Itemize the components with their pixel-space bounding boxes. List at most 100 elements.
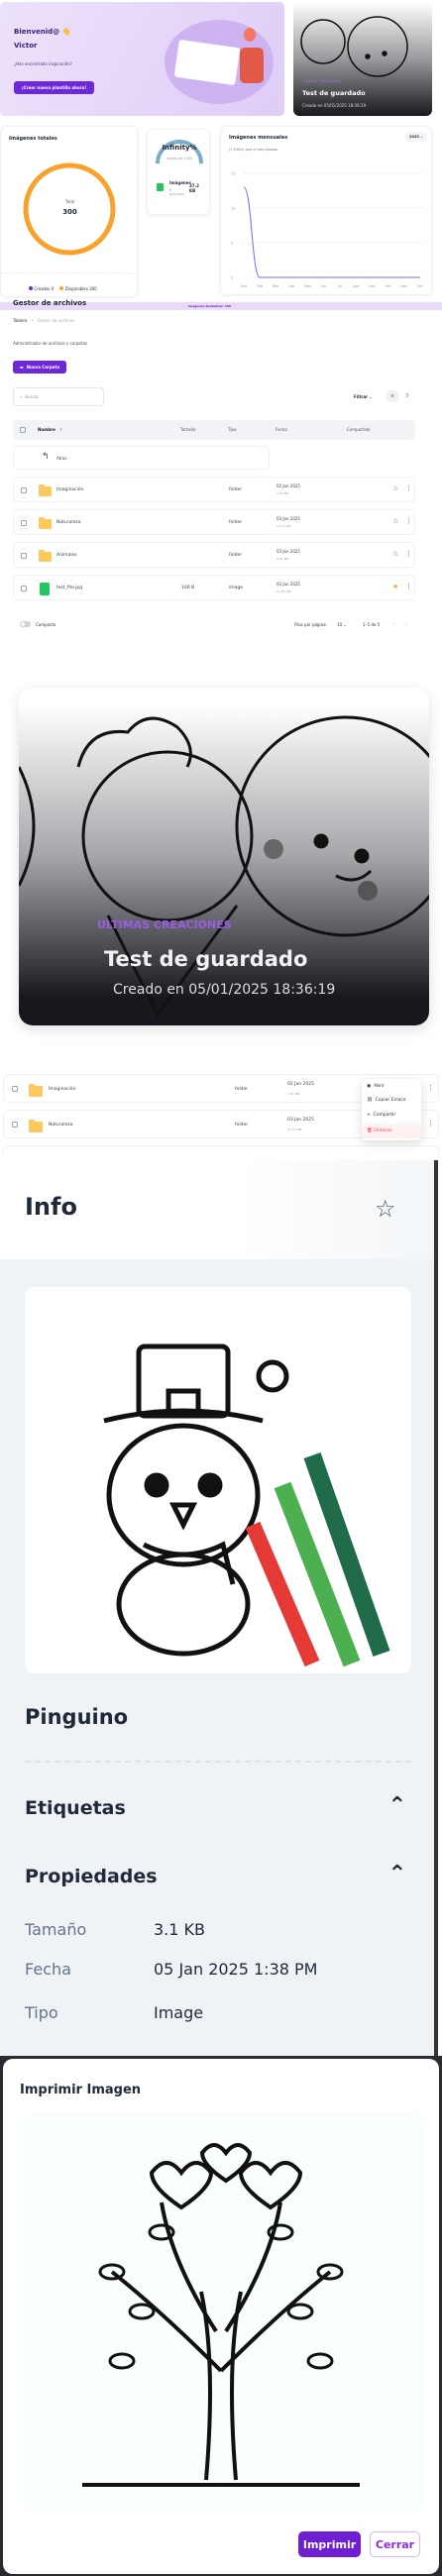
prop-date-value: 05 Jan 2025 1:38 PM <box>154 1960 318 1979</box>
data-point <box>339 276 341 278</box>
more-vert-icon[interactable]: ⋮ <box>405 583 412 590</box>
star-icon[interactable]: ☆ <box>392 517 398 525</box>
filter-button[interactable]: Filtrar ⌄ <box>354 394 373 399</box>
select-all-checkbox[interactable] <box>20 427 26 433</box>
row-checkbox[interactable] <box>21 520 27 526</box>
data-point <box>323 276 325 278</box>
star-icon[interactable]: ☆ <box>392 550 398 558</box>
carousel-dots[interactable] <box>175 715 305 718</box>
properties-section-toggle[interactable]: Propiedades ⌃ <box>25 1862 411 1887</box>
more-vert-icon[interactable]: ⋮ <box>405 484 412 492</box>
menu-open[interactable]: ▣ Abrir <box>367 1084 385 1089</box>
list-view-button[interactable]: ≡ <box>387 390 398 402</box>
breadcrumb: Tablero • Gestor de archivos <box>13 318 75 323</box>
row-checkbox[interactable] <box>21 553 27 559</box>
x-tick-label: Sep <box>369 284 376 288</box>
row-checkbox[interactable] <box>21 487 27 493</box>
file-row[interactable]: Imaginación folder 02 Jan 2025 7:31 PM ☆… <box>13 477 415 502</box>
star-filled-icon[interactable]: ★ <box>392 583 398 590</box>
donut-legend: Creadas 0 Disponibles 300 <box>29 286 97 291</box>
col-name[interactable]: Nombre <box>38 427 55 432</box>
menu-copy-link[interactable]: ⛓ Copiar Enlace <box>367 1098 406 1103</box>
legend-created: Creadas 0 <box>29 286 54 291</box>
col-shared: Compartido <box>347 427 371 432</box>
donut-center-label: Total <box>64 199 75 204</box>
star-icon[interactable]: ☆ <box>392 484 398 492</box>
carousel-eyebrow: ÚLTIMAS CREACIONES <box>97 918 232 931</box>
latest-creation-card[interactable]: ÚLTIMAS CREACIONES Test de guardado Crea… <box>293 2 432 116</box>
more-vert-icon[interactable]: ⋮ <box>427 1084 434 1092</box>
compact-toggle[interactable] <box>20 621 31 627</box>
folder-icon <box>29 1084 43 1097</box>
x-tick-label: Jun <box>320 284 326 288</box>
rows-per-page-select[interactable]: 10 ⌄ <box>337 622 347 627</box>
search-input[interactable]: ⌕ Buscar <box>13 387 104 406</box>
file-type: folder <box>229 520 243 525</box>
file-name[interactable]: test_file.jpg <box>56 586 82 590</box>
print-dialog: Imprimir Imagen Imprimir Cerrar <box>3 2059 439 2574</box>
col-type: Tipo <box>228 427 237 432</box>
menu-delete[interactable]: 🗑 Eliminar <box>362 1125 421 1138</box>
file-row[interactable]: Naturaleza folder 03 Jan 2025 11:14 AM ☆… <box>13 509 415 535</box>
more-vert-icon[interactable]: ⋮ <box>405 550 412 558</box>
info-title: Info <box>25 1193 77 1221</box>
remaining-images: Imágenes Restantes: 300 <box>188 304 231 308</box>
data-point <box>355 276 357 278</box>
welcome-card: Bienvenid@ 👋 Victor ¿Has encontrado insp… <box>0 2 284 116</box>
data-point <box>372 276 373 278</box>
breadcrumb-dashboard[interactable]: Tablero <box>13 318 27 323</box>
file-time: 11:14 AM <box>287 1127 302 1131</box>
storage-item-label: Imágenes <box>169 180 191 185</box>
latest-creation-image <box>300 16 408 77</box>
next-page-button[interactable]: › <box>405 621 407 626</box>
file-name[interactable]: Naturaleza <box>56 520 81 525</box>
file-row[interactable]: test_file.jpg 100 B image 03 Jan 2025 11… <box>13 575 415 600</box>
y-tick-label: 0 <box>231 276 233 280</box>
new-folder-button[interactable]: ▬ Nueva Carpeta <box>13 361 66 374</box>
folder-plus-icon: ▬ <box>19 365 24 370</box>
row-checkbox[interactable] <box>21 586 27 591</box>
legend-available: Disponibles 300 <box>59 286 97 291</box>
file-name[interactable]: Imaginación <box>49 1087 76 1092</box>
file-name[interactable]: Animales <box>56 553 77 558</box>
data-point <box>243 186 245 188</box>
rows-per-page-label: Filas por página: <box>294 622 327 627</box>
x-tick-label: May <box>304 284 311 288</box>
y-tick-label: 15 <box>231 172 235 176</box>
tags-section-toggle[interactable]: Etiquetas ⌃ <box>25 1793 411 1819</box>
latest-created: Creado en 05/01/2025 18:36:19 <box>302 103 367 108</box>
row-checkbox[interactable] <box>12 1086 18 1092</box>
row-checkbox[interactable] <box>12 1122 18 1127</box>
file-time: 6:31 PM <box>276 557 289 561</box>
y-tick-label: 5 <box>231 242 233 246</box>
favorite-star-icon[interactable]: ☆ <box>375 1195 396 1223</box>
close-button[interactable]: Cerrar <box>370 2531 420 2557</box>
file-time: 11:05 AM <box>276 590 291 593</box>
more-vert-icon[interactable]: ⋮ <box>405 517 412 525</box>
more-vert-icon[interactable]: ⋮ <box>427 1120 434 1127</box>
pagination-range: 1–5 de 5 <box>363 622 381 627</box>
file-row[interactable]: Animales folder 03 Jan 2025 6:31 PM ☆ ⋮ <box>13 542 415 568</box>
print-dialog-title: Imprimir Imagen <box>20 2083 142 2097</box>
file-name[interactable]: Imaginación <box>56 487 84 492</box>
x-tick-label: Dic <box>417 284 423 288</box>
welcome-subtitle: ¿Has encontrado inspiración? <box>14 61 72 66</box>
grid-view-button[interactable]: ⠿ <box>401 390 413 402</box>
file-time: 7:31 PM <box>276 491 289 495</box>
menu-share[interactable]: ⋖ Compartir <box>367 1113 395 1118</box>
print-preview <box>23 2113 423 2514</box>
col-date: Fecha <box>276 427 287 432</box>
x-tick-label: Ene <box>241 284 248 288</box>
breadcrumb-current: Gestor de archivos <box>37 318 75 323</box>
total-images-title: Imágenes totales <box>9 136 57 142</box>
sort-asc-icon[interactable]: ↑ <box>59 427 62 432</box>
prev-page-button[interactable]: ‹ <box>393 621 395 626</box>
back-row[interactable]: ↰ Atrás <box>13 446 270 470</box>
file-manager-description: Administrador de archivos y carpetas <box>13 341 87 346</box>
chevron-up-icon: ⌃ <box>387 1793 406 1818</box>
latest-creations-carousel[interactable]: ÚLTIMAS CREACIONES Test de guardado Crea… <box>19 688 429 1025</box>
monthly-chart: 0 5 10 15 Ene Feb Mar Abr May Jun Jul Ago Sep Oct Nov D… <box>231 172 425 288</box>
create-template-button[interactable]: ¡Crear nueva plantilla ahora! <box>14 81 94 94</box>
print-button[interactable]: Imprimir <box>298 2531 361 2557</box>
file-name[interactable]: Naturaleza <box>49 1123 73 1127</box>
